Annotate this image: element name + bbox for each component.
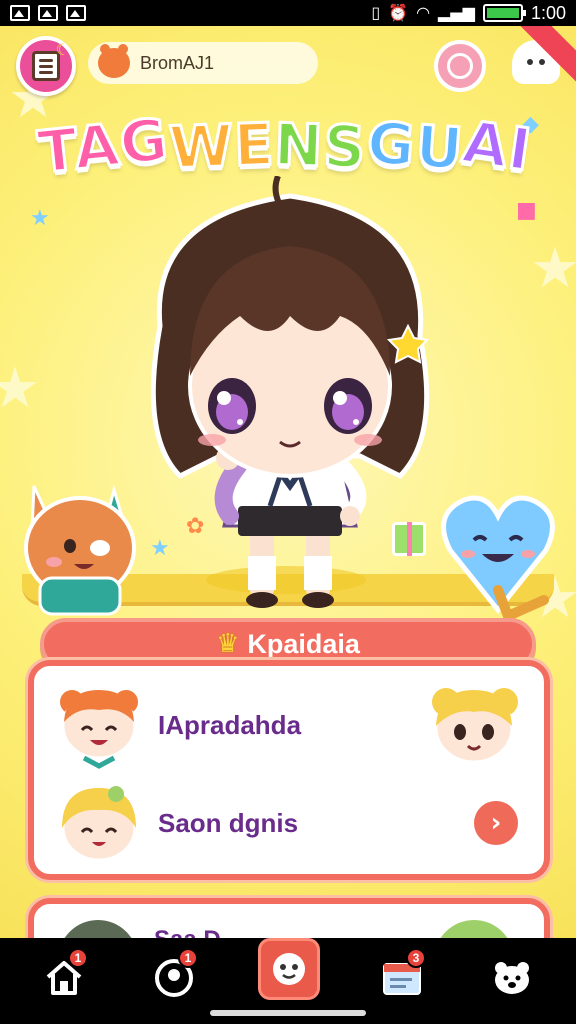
battery-icon xyxy=(482,4,526,22)
next-panel-peek: Saa D... xyxy=(28,898,550,938)
avatar xyxy=(434,920,514,938)
status-right: ▯ ⏰ ◠ ▂▄▆ 1:00 xyxy=(371,3,566,24)
title-part: GU xyxy=(363,107,467,185)
nav-home[interactable]: 1 xyxy=(32,946,96,1010)
vibrate-icon: ▯ xyxy=(371,3,381,22)
crown-icon: ♛ xyxy=(216,629,240,659)
image-icon xyxy=(10,5,30,21)
bear-icon xyxy=(495,962,529,994)
nav-profile[interactable]: 1 xyxy=(142,946,206,1010)
battery-level xyxy=(486,8,519,18)
title-part: WE xyxy=(166,109,277,184)
status-left xyxy=(10,5,86,21)
menu-panel: IApradahda Saon dgnis › xyxy=(28,660,550,880)
star-decoration: ★ xyxy=(530,236,576,301)
avatar xyxy=(58,920,138,938)
orange-hair-avatar xyxy=(60,690,138,769)
notification-badge: 1 xyxy=(178,948,198,968)
bottom-nav: 1 1 3 xyxy=(0,938,576,1024)
fox-critter xyxy=(24,484,136,616)
title-part: NS xyxy=(272,109,370,183)
list-item[interactable]: IApradahda xyxy=(54,680,524,770)
list-item[interactable]: Saon dgnis › xyxy=(54,778,524,868)
game-home-screen: ★ ★ ★ ★ ★ ◆ ■ ★ ✿ ☾ BromAJ1 TAG WE NS GU… xyxy=(0,26,576,938)
status-bar: ▯ ⏰ ◠ ▂▄▆ 1:00 xyxy=(0,0,576,26)
nav-bear[interactable] xyxy=(480,946,544,1010)
heart-mascot xyxy=(441,495,555,620)
clock: 1:00 xyxy=(530,2,566,23)
image-icon xyxy=(38,5,58,21)
star-decoration: ★ xyxy=(0,356,41,421)
alarm-icon: ⏰ xyxy=(388,3,409,22)
pin-icon xyxy=(447,53,473,79)
nav-mascot[interactable] xyxy=(258,938,320,1000)
sparkle-decoration: ★ xyxy=(30,206,50,231)
nav-inbox[interactable]: 3 xyxy=(370,946,434,1010)
row-label: IApradahda xyxy=(158,709,302,740)
row-label: Saon dgnis xyxy=(158,807,299,838)
notification-badge: 1 xyxy=(68,948,88,968)
user-profile-pill[interactable]: BromAJ1 xyxy=(88,42,318,84)
title-part: TAG xyxy=(33,104,173,188)
gift-icon xyxy=(392,522,426,556)
chevron-right-icon[interactable]: › xyxy=(474,801,518,845)
blonde-bear-avatar xyxy=(432,688,518,764)
panel-title: Kpaidaia xyxy=(247,628,360,659)
image-icon xyxy=(66,5,86,21)
blonde-girl-avatar xyxy=(61,786,137,862)
moon-icon: ☾ xyxy=(55,40,70,59)
user-avatar xyxy=(98,44,130,78)
user-name: BromAJ1 xyxy=(140,52,215,73)
pin-button[interactable] xyxy=(434,40,486,92)
row-label: Saa D... xyxy=(154,926,241,938)
mascot-icon xyxy=(273,953,305,985)
home-indicator[interactable] xyxy=(210,1010,366,1016)
title-part: AI xyxy=(457,106,537,186)
signal-icon: ▂▄▆ xyxy=(438,3,475,22)
wifi-icon: ◠ xyxy=(416,3,431,22)
notification-badge: 3 xyxy=(406,948,426,968)
